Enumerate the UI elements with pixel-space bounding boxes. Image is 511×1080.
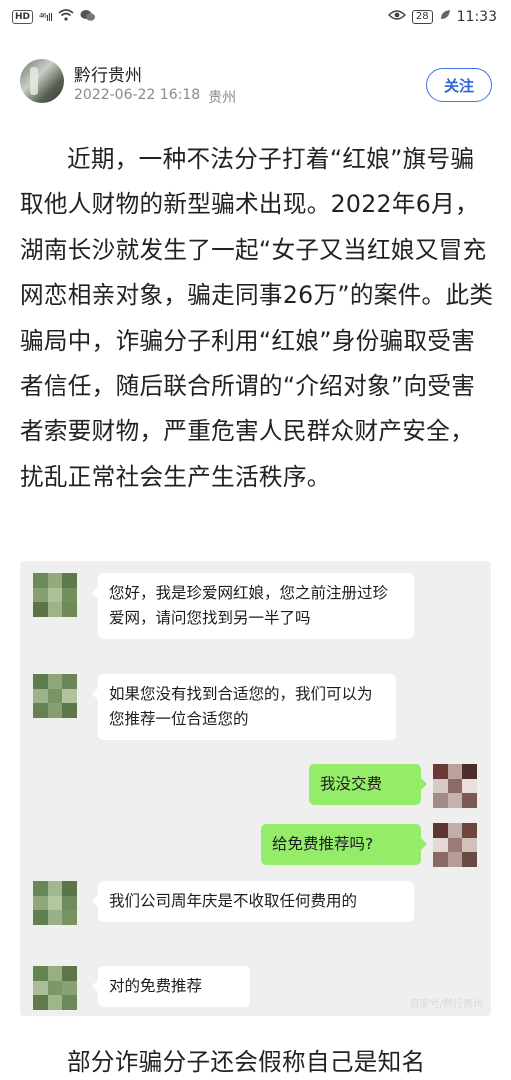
- contact-avatar: [33, 966, 77, 1010]
- hd-badge: HD: [12, 10, 34, 24]
- contact-avatar: [33, 573, 77, 617]
- status-bar: HD ⁴⁶ıll 28 11:33: [0, 0, 511, 34]
- user-avatar: [433, 823, 477, 867]
- post-header: 黔行贵州 2022-06-22 16:18 贵州 关注: [20, 56, 492, 112]
- chat-message-6: 对的免费推荐: [92, 966, 250, 1007]
- chat-screenshot: 您好，我是珍爱网红娘，您之前注册过珍爱网，请问您找到另一半了吗 如果您没有找到合…: [20, 561, 491, 1016]
- post-datetime: 2022-06-22 16:18: [74, 87, 201, 103]
- chat-message-5: 我们公司周年庆是不收取任何费用的: [92, 881, 414, 922]
- battery-indicator: 28: [411, 10, 433, 24]
- eye-icon: [387, 9, 406, 25]
- chat-message-3: 我没交费: [309, 764, 427, 805]
- wechat-icon: [80, 9, 96, 26]
- status-right: 28 11:33: [387, 9, 497, 25]
- contact-avatar: [33, 674, 77, 718]
- author-avatar[interactable]: [20, 59, 64, 103]
- user-avatar: [433, 764, 477, 808]
- article-paragraph-next: 部分诈骗分子还会假称自己是知名: [67, 1048, 426, 1076]
- clock: 11:33: [456, 9, 497, 25]
- post-meta: 2022-06-22 16:18 贵州: [74, 87, 236, 107]
- signal-icon: ⁴⁶ıll: [39, 10, 53, 24]
- chat-message-1: 您好，我是珍爱网红娘，您之前注册过珍爱网，请问您找到另一半了吗: [92, 573, 414, 639]
- leaf-icon: [439, 9, 451, 25]
- watermark: 百家号/黔行贵州: [409, 999, 483, 1010]
- article-paragraph: 近期，一种不法分子打着“红娘”旗号骗取他人财物的新型骗术出现。2022年6月，湖…: [20, 145, 494, 491]
- post-location: 贵州: [208, 90, 237, 106]
- wifi-icon: [58, 9, 74, 25]
- status-left: HD ⁴⁶ıll: [12, 9, 96, 26]
- chat-message-4: 给免费推荐吗?: [261, 824, 427, 865]
- chat-message-2: 如果您没有找到合适您的，我们可以为您推荐一位合适您的: [92, 674, 396, 740]
- contact-avatar: [33, 881, 77, 925]
- follow-button[interactable]: 关注: [426, 68, 492, 102]
- author-name[interactable]: 黔行贵州: [74, 61, 142, 86]
